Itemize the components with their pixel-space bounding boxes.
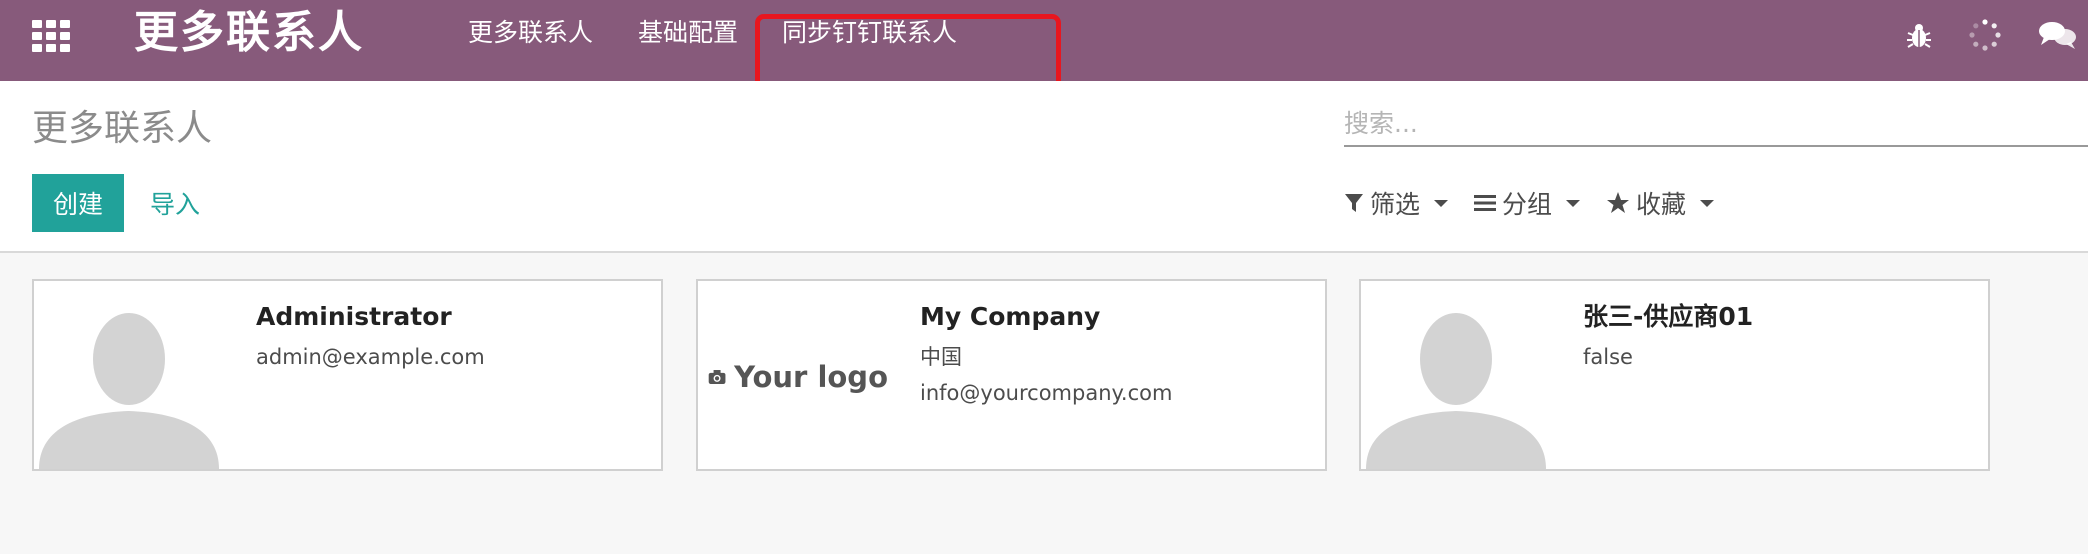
chevron-down-icon <box>1566 199 1581 207</box>
card-title: My Company <box>920 302 1101 331</box>
create-button[interactable]: 创建 <box>32 174 124 232</box>
page-title: 更多联系人 <box>32 108 213 149</box>
activity-spinner-icon[interactable] <box>1968 18 2002 52</box>
chat-icon[interactable] <box>2038 18 2078 52</box>
contact-card[interactable]: Your logo My Company 中国 info@yourcompany… <box>696 279 1327 471</box>
search-bar <box>1344 101 2088 147</box>
apps-grid-icon[interactable] <box>32 20 70 52</box>
menu-item-more-contacts[interactable]: 更多联系人 <box>468 16 593 50</box>
avatar-placeholder-icon <box>34 281 224 469</box>
contact-card[interactable]: 张三-供应商01 false <box>1359 279 1990 471</box>
card-email: info@yourcompany.com <box>920 381 1173 405</box>
app-brand[interactable]: 更多联系人 <box>134 6 364 60</box>
search-input[interactable] <box>1344 101 2088 145</box>
menu-item-basic-config[interactable]: 基础配置 <box>638 16 738 50</box>
group-by-dropdown[interactable]: 分组 <box>1474 179 1581 227</box>
chevron-down-icon <box>1700 199 1715 207</box>
avatar-placeholder-icon <box>1361 281 1551 469</box>
card-email: admin@example.com <box>256 345 485 369</box>
card-country: 中国 <box>920 345 962 369</box>
group-by-label: 分组 <box>1502 190 1553 219</box>
control-panel: 更多联系人 创建 导入 筛选 分组 收藏 <box>0 81 2088 253</box>
star-icon <box>1607 192 1629 213</box>
favorites-label: 收藏 <box>1636 190 1687 219</box>
camera-icon <box>708 370 726 384</box>
company-logo: Your logo <box>698 281 888 469</box>
filter-dropdown[interactable]: 筛选 <box>1344 179 1449 227</box>
card-title: 张三-供应商01 <box>1583 302 1754 331</box>
list-icon <box>1474 195 1496 211</box>
card-detail: false <box>1583 345 1633 369</box>
chevron-down-icon <box>1434 199 1449 207</box>
favorites-dropdown[interactable]: 收藏 <box>1606 179 1715 227</box>
top-navbar: 更多联系人 更多联系人 基础配置 同步钉钉联系人 <box>0 0 2088 132</box>
import-button[interactable]: 导入 <box>150 174 200 232</box>
filter-label: 筛选 <box>1370 190 1421 219</box>
contact-card[interactable]: Administrator admin@example.com <box>32 279 663 471</box>
card-title: Administrator <box>256 302 452 331</box>
logo-text: Your logo <box>734 360 888 394</box>
filter-icon <box>1345 194 1363 212</box>
bug-icon[interactable] <box>1902 18 1936 52</box>
